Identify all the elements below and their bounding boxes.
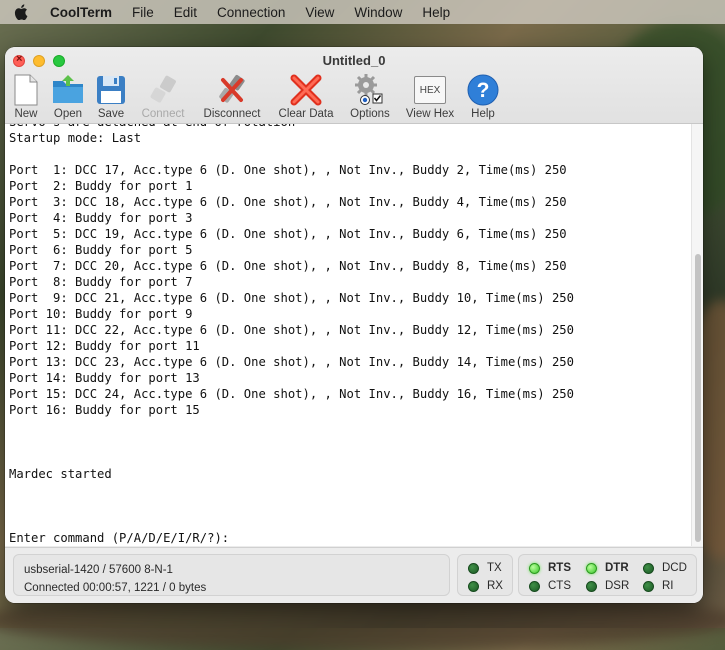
options-gear-icon	[350, 73, 390, 107]
terminal-line: Port 5: DCC 19, Acc.type 6 (D. One shot)…	[9, 227, 567, 241]
dsr-led-icon	[586, 580, 597, 592]
terminal-line: Port 6: Buddy for port 5	[9, 243, 193, 257]
help-question-icon: ?	[463, 73, 503, 107]
tx-label: TX	[487, 562, 502, 574]
rts-led-icon	[529, 562, 540, 574]
rx-led-icon	[468, 580, 479, 592]
hex-icon-text: HEX	[414, 76, 446, 104]
menu-file[interactable]: File	[132, 5, 154, 20]
rx-label: RX	[487, 580, 503, 592]
help-label: Help	[471, 108, 495, 120]
rts-indicator[interactable]: RTS	[529, 562, 571, 574]
tx-indicator: TX	[468, 562, 502, 574]
dcd-indicator: DCD	[643, 562, 687, 574]
menu-window[interactable]: Window	[354, 5, 402, 20]
title-bar: Untitled_0 New Open Save	[5, 47, 703, 124]
dcd-label: DCD	[662, 562, 687, 574]
terminal-line: Port 8: Buddy for port 7	[9, 275, 193, 289]
hex-icon: HEX	[410, 73, 450, 107]
ri-led-icon	[643, 580, 654, 592]
ri-indicator: RI	[643, 580, 674, 592]
view-hex-label: View Hex	[405, 108, 455, 120]
scrollbar-thumb[interactable]	[695, 254, 701, 542]
menu-app-name[interactable]: CoolTerm	[50, 5, 112, 20]
cts-led-icon	[529, 580, 540, 592]
svg-text:?: ?	[477, 79, 490, 102]
control-lines-panel: RTS CTS DTR DSR DCD RI	[518, 554, 697, 596]
connection-info-text: Connected 00:00:57, 1221 / 0 bytes	[24, 582, 207, 594]
menu-help[interactable]: Help	[422, 5, 450, 20]
tx-rx-panel: TX RX	[457, 554, 513, 596]
disconnect-button[interactable]: Disconnect	[197, 73, 267, 120]
terminal-line: Port 15: DCC 24, Acc.type 6 (D. One shot…	[9, 387, 574, 401]
terminal-output[interactable]: Servo's are detached at end of rotationS…	[5, 124, 691, 546]
rx-indicator: RX	[468, 580, 503, 592]
disconnect-label: Disconnect	[203, 108, 261, 120]
dsr-indicator: DSR	[586, 580, 629, 592]
terminal-text: Servo's are detached at end of rotationS…	[9, 124, 574, 546]
save-label: Save	[97, 108, 125, 120]
terminal-line: Port 16: Buddy for port 15	[9, 403, 200, 417]
clear-data-button[interactable]: Clear Data	[271, 73, 341, 120]
connection-status-panel: usbserial-1420 / 57600 8-N-1 Connected 0…	[13, 554, 450, 596]
toolbar: New Open Save Connect Disconnect Clear D…	[5, 73, 703, 121]
terminal-line: Port 7: DCC 20, Acc.type 6 (D. One shot)…	[9, 259, 567, 273]
terminal-line: Port 2: Buddy for port 1	[9, 179, 193, 193]
connect-button[interactable]: Connect	[128, 73, 198, 120]
terminal-line: Port 12: Buddy for port 11	[9, 339, 200, 353]
menu-connection[interactable]: Connection	[217, 5, 285, 20]
window-title: Untitled_0	[322, 53, 386, 68]
terminal-line: Startup mode: Last	[9, 131, 142, 145]
port-settings-text: usbserial-1420 / 57600 8-N-1	[24, 564, 173, 576]
terminal-line: Port 13: DCC 23, Acc.type 6 (D. One shot…	[9, 355, 574, 369]
terminal-line: Port 1: DCC 17, Acc.type 6 (D. One shot)…	[9, 163, 567, 177]
coolterm-window: Untitled_0 New Open Save	[5, 47, 703, 603]
terminal-line: Mardec started	[9, 467, 112, 481]
plug-icon	[143, 73, 183, 107]
red-x-icon	[286, 73, 326, 107]
connect-label: Connect	[141, 108, 185, 120]
help-button[interactable]: ? Help	[448, 73, 518, 120]
menu-bar: CoolTerm File Edit Connection View Windo…	[0, 0, 725, 24]
terminal-line: Port 14: Buddy for port 13	[9, 371, 200, 385]
options-label: Options	[350, 108, 390, 120]
status-bar: usbserial-1420 / 57600 8-N-1 Connected 0…	[5, 547, 703, 603]
dcd-led-icon	[643, 562, 654, 574]
disconnect-plug-icon	[212, 73, 252, 107]
apple-icon[interactable]	[14, 4, 30, 20]
dtr-indicator[interactable]: DTR	[586, 562, 629, 574]
terminal-line: Port 11: DCC 22, Acc.type 6 (D. One shot…	[9, 323, 574, 337]
dtr-led-icon	[586, 562, 597, 574]
cts-indicator: CTS	[529, 580, 571, 592]
dsr-label: DSR	[605, 580, 630, 592]
dtr-label: DTR	[605, 562, 629, 574]
terminal-line: Enter command (P/A/D/E/I/R/?):	[9, 531, 230, 545]
menu-view[interactable]: View	[305, 5, 334, 20]
vertical-scrollbar[interactable]	[691, 124, 703, 546]
clear-data-label: Clear Data	[278, 108, 334, 120]
menu-edit[interactable]: Edit	[174, 5, 197, 20]
ri-label: RI	[662, 580, 674, 592]
terminal-line: Port 10: Buddy for port 9	[9, 307, 193, 321]
tx-led-icon	[468, 562, 479, 574]
rts-label: RTS	[548, 562, 571, 574]
terminal-line: Port 4: Buddy for port 3	[9, 211, 193, 225]
terminal-line: Port 3: DCC 18, Acc.type 6 (D. One shot)…	[9, 195, 567, 209]
floppy-disk-icon	[91, 73, 131, 107]
cts-label: CTS	[548, 580, 571, 592]
terminal-line: Port 9: DCC 21, Acc.type 6 (D. One shot)…	[9, 291, 574, 305]
